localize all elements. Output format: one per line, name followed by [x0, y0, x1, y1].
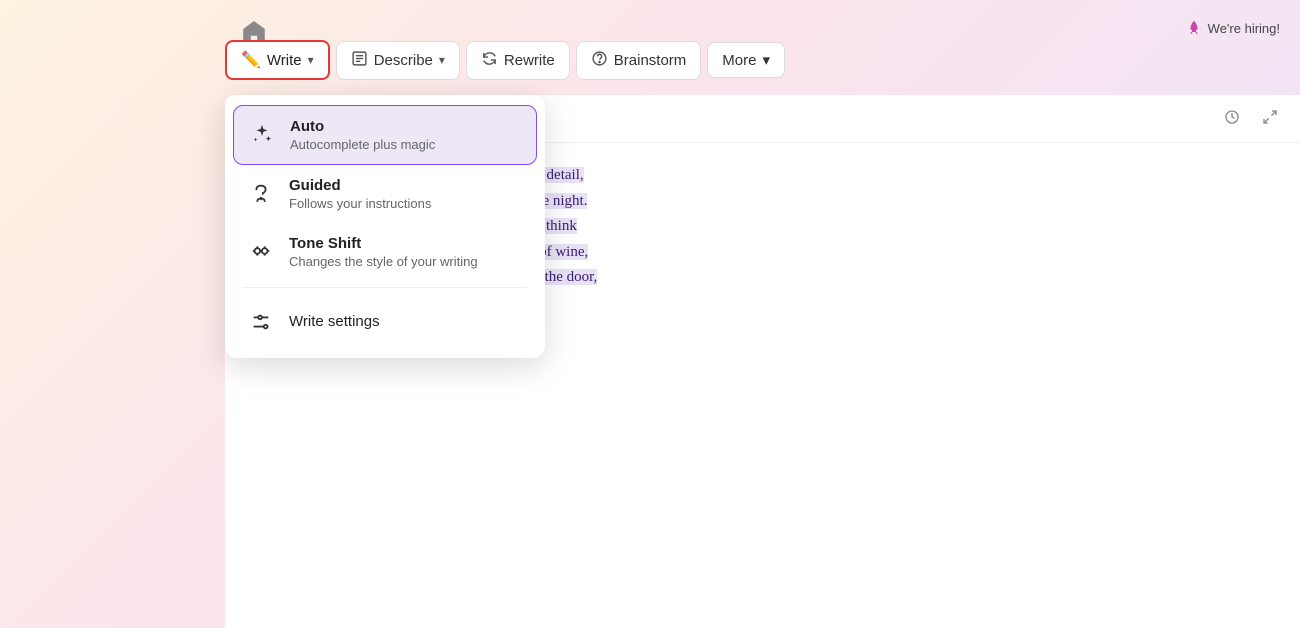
more-button[interactable]: More ▾ [707, 42, 785, 78]
tone-shift-option[interactable]: Tone Shift Changes the style of your wri… [233, 223, 537, 281]
write-dropdown: Auto Autocomplete plus magic Guided Foll… [225, 95, 545, 358]
auto-text: Auto Autocomplete plus magic [290, 118, 435, 152]
expand-icon [1262, 109, 1278, 125]
hiring-label: We're hiring! [1208, 21, 1280, 36]
more-chevron: ▾ [762, 51, 770, 69]
rewrite-button[interactable]: Rewrite [466, 41, 570, 80]
brainstorm-icon [591, 50, 608, 71]
hiring-badge[interactable]: We're hiring! [1186, 20, 1280, 36]
toolbar: ✏️ Write ▾ Describe ▾ Rewrite Brainstorm [225, 40, 785, 80]
rewrite-label: Rewrite [504, 52, 555, 69]
describe-icon [351, 50, 368, 71]
settings-title: Write settings [289, 313, 380, 330]
rewrite-icon [481, 50, 498, 71]
guided-option[interactable]: Guided Follows your instructions [233, 165, 537, 223]
expand-button[interactable] [1256, 105, 1284, 132]
describe-chevron: ▾ [439, 53, 445, 67]
describe-label: Describe [374, 52, 433, 69]
guided-text: Guided Follows your instructions [289, 177, 431, 211]
guided-icon [247, 179, 275, 207]
tone-icon [247, 237, 275, 265]
auto-subtitle: Autocomplete plus magic [290, 137, 435, 152]
toolbar-right [1218, 105, 1284, 132]
write-icon: ✏️ [241, 50, 261, 70]
write-settings-option[interactable]: Write settings [233, 294, 537, 348]
brainstorm-label: Brainstorm [614, 52, 687, 69]
tone-title: Tone Shift [289, 235, 478, 252]
dropdown-divider [243, 287, 527, 288]
write-button[interactable]: ✏️ Write ▾ [225, 40, 330, 80]
describe-button[interactable]: Describe ▾ [336, 41, 460, 80]
guided-subtitle: Follows your instructions [289, 196, 431, 211]
history-icon [1224, 109, 1240, 125]
tone-text: Tone Shift Changes the style of your wri… [289, 235, 478, 269]
auto-option[interactable]: Auto Autocomplete plus magic [233, 105, 537, 165]
tone-subtitle: Changes the style of your writing [289, 254, 478, 269]
write-chevron: ▾ [308, 53, 314, 67]
more-label: More [722, 52, 756, 69]
auto-title: Auto [290, 118, 435, 135]
history-button[interactable] [1218, 105, 1246, 132]
auto-icon [248, 120, 276, 148]
write-label: Write [267, 52, 302, 69]
guided-title: Guided [289, 177, 431, 194]
brainstorm-button[interactable]: Brainstorm [576, 41, 702, 80]
settings-icon [247, 308, 275, 336]
rocket-icon [1186, 20, 1202, 36]
